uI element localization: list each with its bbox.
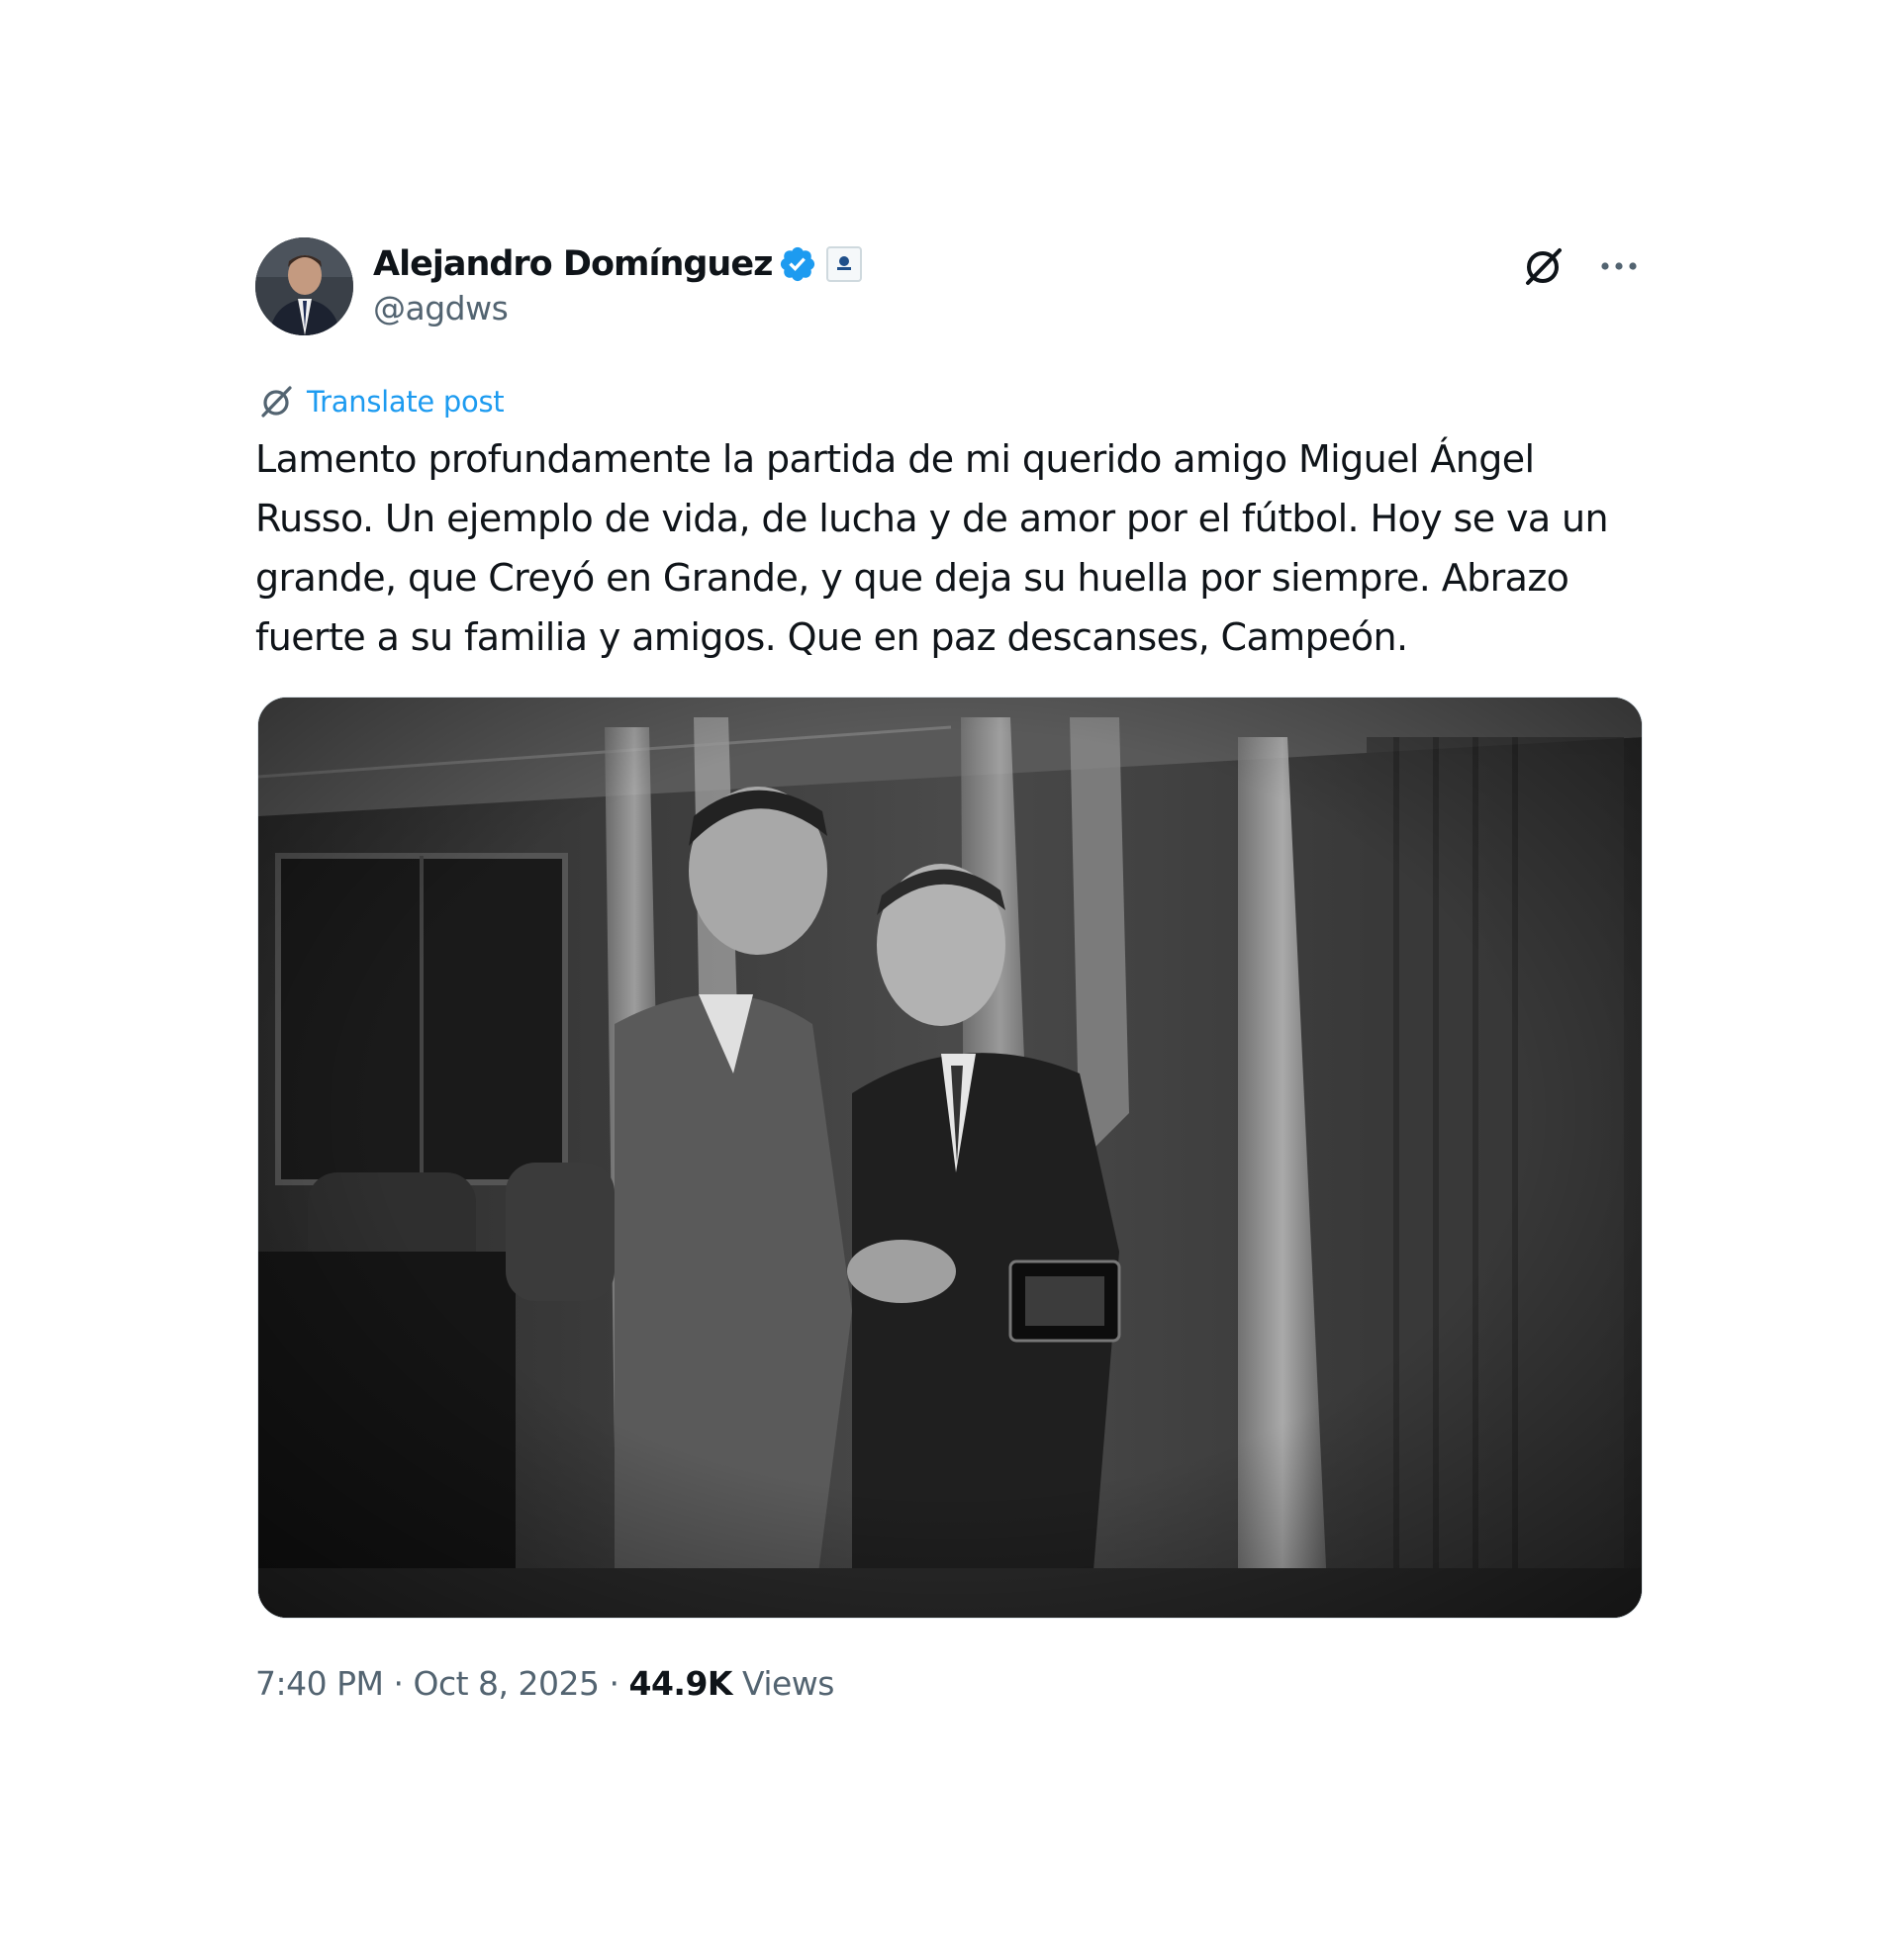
- author-block: Alejandro Domínguez @agdws: [373, 241, 863, 327]
- more-icon[interactable]: [1595, 242, 1643, 290]
- post-time[interactable]: 7:40 PM: [255, 1664, 384, 1703]
- tweet-card: Alejandro Domínguez @agdws Translate pos…: [255, 237, 1643, 1703]
- views-count[interactable]: 44.9K: [628, 1664, 732, 1703]
- author-display-name[interactable]: Alejandro Domínguez: [373, 244, 773, 284]
- post-meta: 7:40 PM · Oct 8, 2025 · 44.9K Views: [255, 1664, 1643, 1703]
- author-handle[interactable]: @agdws: [373, 289, 862, 327]
- grok-icon[interactable]: [1520, 242, 1568, 290]
- translate-row: Translate post: [255, 382, 1643, 421]
- header-actions: [1520, 242, 1643, 290]
- meta-separator-2: ·: [609, 1664, 619, 1703]
- globe-icon[interactable]: [257, 383, 295, 420]
- post-media-photo[interactable]: [257, 697, 1643, 1619]
- avatar[interactable]: [255, 237, 353, 335]
- verified-badge-icon[interactable]: [778, 244, 817, 284]
- post-text: Lamento profundamente la partida de mi q…: [255, 437, 1609, 659]
- photo-illustration: [258, 698, 1642, 1618]
- tweet-header: Alejandro Domínguez @agdws: [255, 237, 1643, 336]
- translate-post-link[interactable]: Translate post: [307, 385, 505, 419]
- views-label: Views: [741, 1664, 835, 1703]
- affiliate-badge-icon[interactable]: [826, 246, 863, 282]
- post-date[interactable]: Oct 8, 2025: [413, 1664, 600, 1703]
- meta-separator: ·: [393, 1664, 404, 1703]
